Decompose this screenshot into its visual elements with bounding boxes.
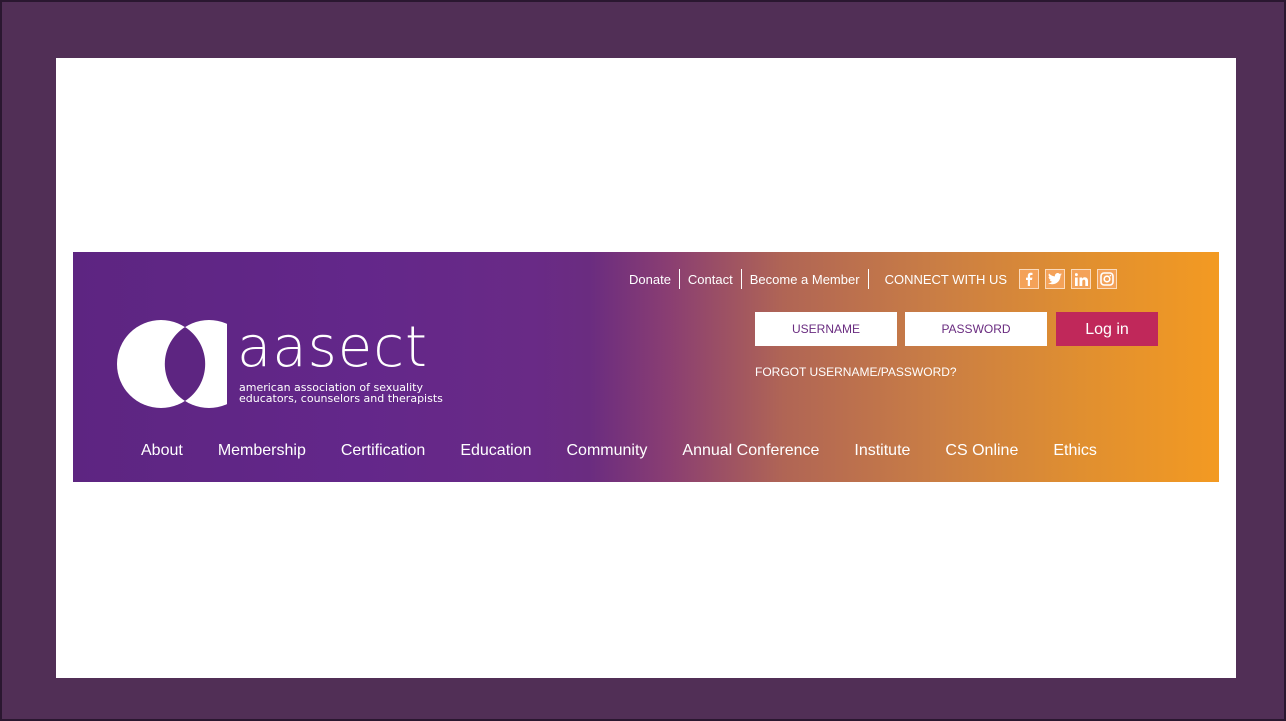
- connect-with-us-label: CONNECT WITH US: [884, 271, 1008, 287]
- forgot-credentials-link[interactable]: FORGOT USERNAME/PASSWORD?: [755, 365, 957, 379]
- login-button[interactable]: Log in: [1056, 312, 1158, 346]
- nav-item-certification[interactable]: Certification: [341, 442, 425, 464]
- nav-item-education[interactable]: Education: [460, 442, 531, 464]
- aasect-logo[interactable]: aasect american association of sexuality…: [117, 312, 457, 422]
- social-links: [1019, 269, 1118, 289]
- facebook-icon[interactable]: [1019, 269, 1040, 289]
- donate-link[interactable]: Donate: [621, 272, 679, 287]
- instagram-icon[interactable]: [1097, 269, 1118, 289]
- logo-tagline: american association of sexuality educat…: [239, 382, 479, 404]
- nav-item-membership[interactable]: Membership: [218, 442, 306, 464]
- contact-link[interactable]: Contact: [680, 272, 741, 287]
- link-divider: [867, 269, 869, 289]
- logo-wordmark: aasect: [237, 315, 429, 380]
- slide-canvas: aasect american association of sexuality…: [56, 58, 1236, 678]
- nav-item-cs-online[interactable]: CS Online: [945, 442, 1018, 464]
- nav-item-about[interactable]: About: [141, 442, 183, 464]
- main-navigation: About Membership Certification Education…: [141, 442, 1132, 464]
- nav-item-community[interactable]: Community: [567, 442, 648, 464]
- logo-tagline-line2: educators, counselors and therapists: [239, 392, 443, 405]
- password-input[interactable]: [905, 312, 1047, 346]
- top-utility-links: Donate Contact Become a Member CONNECT W…: [621, 268, 1118, 290]
- nav-item-annual-conference[interactable]: Annual Conference: [682, 442, 819, 464]
- nav-item-ethics[interactable]: Ethics: [1053, 442, 1097, 464]
- username-input[interactable]: [755, 312, 897, 346]
- become-member-link[interactable]: Become a Member: [742, 272, 868, 287]
- linkedin-icon[interactable]: [1071, 269, 1092, 289]
- logo-mark-icon: [117, 320, 227, 408]
- nav-item-institute[interactable]: Institute: [854, 442, 910, 464]
- twitter-icon[interactable]: [1045, 269, 1066, 289]
- aasect-header-banner: aasect american association of sexuality…: [73, 252, 1219, 482]
- slide-frame: aasect american association of sexuality…: [0, 0, 1286, 721]
